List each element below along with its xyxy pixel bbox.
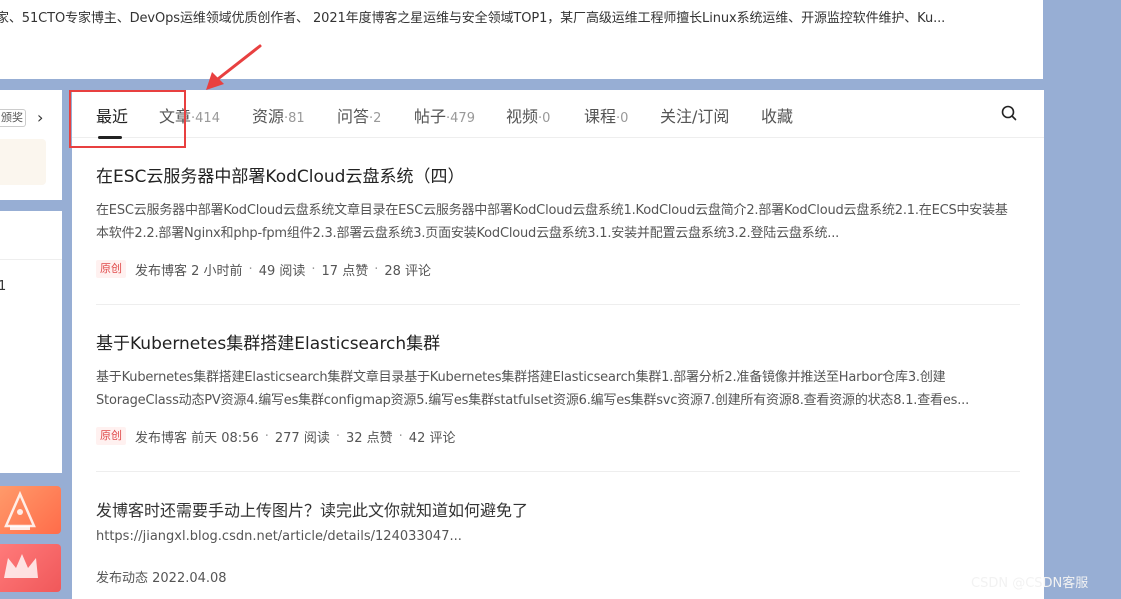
comment-count[interactable]: 28 评论 <box>384 260 431 279</box>
tab-articles[interactable]: 文章·414 <box>159 103 220 127</box>
award-panel <box>0 139 46 185</box>
sidebar-number: 1 <box>0 279 7 294</box>
original-tag: 原创 <box>96 427 126 445</box>
original-tag: 原创 <box>96 260 126 278</box>
like-count: 17 点赞 <box>321 263 369 279</box>
watermark: CSDN @CSDN客服 <box>971 576 1089 591</box>
publish-time: 发布博客 前天 08:56 <box>135 430 259 446</box>
article-title[interactable]: 在ESC云服务器中部署KodCloud云盘系统（四） <box>96 162 1020 187</box>
sidebar-divider <box>0 259 62 260</box>
article-item[interactable]: 基于Kubernetes集群搭建Elasticsearch集群 基于Kubern… <box>96 329 1020 446</box>
article-title[interactable]: 基于Kubernetes集群搭建Elasticsearch集群 <box>96 329 1020 354</box>
sidebar-badges <box>0 486 62 599</box>
main-content: 最近 文章·414 资源·81 问答·2 帖子·479 视频·0 课程·0 关注… <box>72 90 1044 599</box>
profile-banner: 家、51CTO专家博主、DevOps运维领域优质创作者、 2021年度博客之星运… <box>0 0 1043 79</box>
tab-courses[interactable]: 课程·0 <box>584 103 628 127</box>
comment-count[interactable]: 42 评论 <box>409 427 456 446</box>
profile-bio: 家、51CTO专家博主、DevOps运维领域优质创作者、 2021年度博客之星运… <box>0 11 946 26</box>
search-icon[interactable] <box>1000 104 1018 122</box>
tab-following[interactable]: 关注/订阅 <box>660 103 729 127</box>
dynamic-link[interactable]: https://jiangxl.blog.csdn.net/article/de… <box>96 529 1020 544</box>
badge-crown-icon[interactable] <box>0 544 61 592</box>
badge-pen-icon[interactable] <box>0 486 61 534</box>
article-meta: 原创 发布博客 前天 08:56 · 277 阅读 · 32 点赞 · 42 评… <box>96 426 1020 446</box>
tab-bar: 最近 文章·414 资源·81 问答·2 帖子·479 视频·0 课程·0 关注… <box>72 90 1044 139</box>
tab-recent[interactable]: 最近 <box>96 103 128 139</box>
read-count: 277 阅读 <box>274 430 330 446</box>
tab-resources[interactable]: 资源·81 <box>252 103 305 127</box>
article-divider <box>96 304 1020 305</box>
sidebar-award-card: 颁奖 › <box>0 90 62 200</box>
like-count: 32 点赞 <box>345 430 393 446</box>
dynamic-title[interactable]: 发博客时还需要手动上传图片？读完此文你就知道如何避免了 <box>96 497 1020 521</box>
tab-videos[interactable]: 视频·0 <box>506 103 550 127</box>
award-label[interactable]: 颁奖 <box>0 109 26 127</box>
article-meta: 原创 发布博客 2 小时前 · 49 阅读 · 17 点赞 · 28 评论 <box>96 259 1020 279</box>
article-summary[interactable]: 在ESC云服务器中部署KodCloud云盘系统文章目录在ESC云服务器中部署Ko… <box>96 199 1020 245</box>
tab-posts[interactable]: 帖子·479 <box>414 103 475 127</box>
article-divider <box>96 471 1020 472</box>
article-item[interactable]: 在ESC云服务器中部署KodCloud云盘系统（四） 在ESC云服务器中部署Ko… <box>96 162 1020 279</box>
dynamic-item[interactable]: 发博客时还需要手动上传图片？读完此文你就知道如何避免了 https://jian… <box>96 497 1020 586</box>
tab-favorites[interactable]: 收藏 <box>761 103 793 127</box>
read-count: 49 阅读 <box>258 263 306 279</box>
article-summary[interactable]: 基于Kubernetes集群搭建Elasticsearch集群文章目录基于Kub… <box>96 366 1020 412</box>
sidebar-info-card: 1 <box>0 211 62 473</box>
tab-questions[interactable]: 问答·2 <box>337 103 381 127</box>
dynamic-meta: 发布动态 2022.04.08 <box>96 566 1020 586</box>
publish-time: 发布博客 2 小时前 <box>135 263 243 279</box>
chevron-right-icon[interactable]: › <box>37 108 43 127</box>
dynamic-publish-time: 发布动态 2022.04.08 <box>96 570 227 586</box>
